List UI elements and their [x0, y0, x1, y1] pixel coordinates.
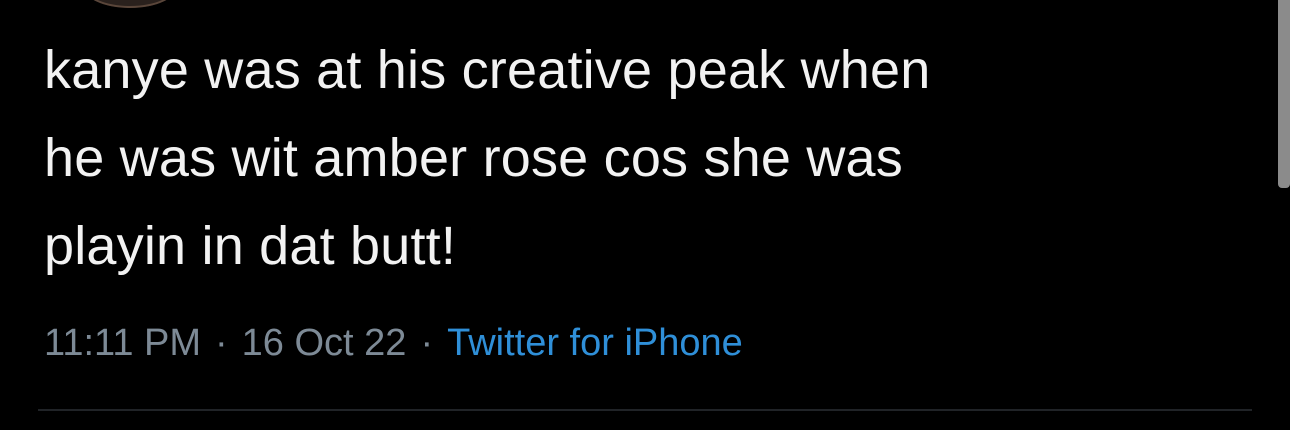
tweet-metadata: 11:11 PM · 16 Oct 22 · Twitter for iPhon… — [44, 315, 743, 371]
divider — [38, 409, 1252, 411]
tweet-text-line: he was wit amber rose cos she was — [44, 128, 903, 188]
tweet-source-link[interactable]: Twitter for iPhone — [447, 322, 743, 365]
tweet-text-line: kanye was at his creative peak when — [44, 40, 931, 100]
avatar[interactable] — [82, 0, 178, 8]
separator-dot: · — [420, 321, 434, 364]
tweet-time[interactable]: 11:11 PM — [44, 322, 201, 365]
scrollbar[interactable] — [1278, 0, 1290, 188]
tweet-text: kanye was at his creative peak when he w… — [44, 26, 1244, 290]
tweet-date[interactable]: 16 Oct 22 — [242, 322, 407, 365]
tweet-text-line: playin in dat butt! — [44, 216, 457, 276]
separator-dot: · — [215, 321, 228, 364]
